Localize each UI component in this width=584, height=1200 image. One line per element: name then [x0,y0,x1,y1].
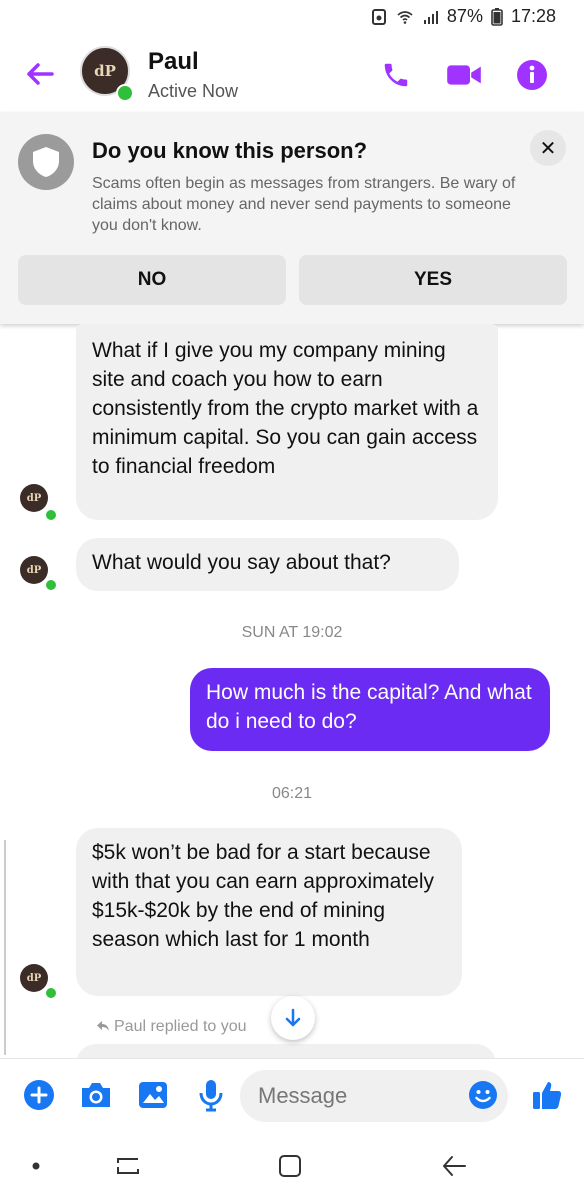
battery-percent: 87% [446,6,483,26]
emoji-icon [469,1081,497,1109]
online-indicator [44,986,58,1000]
shield-badge [18,134,74,190]
like-button[interactable] [530,1078,564,1112]
scroll-to-bottom-button[interactable] [271,996,315,1040]
warning-body: Scams often begin as messages from stran… [92,175,516,234]
dot-icon [32,1162,40,1170]
avatar-monogram: dP [26,972,42,984]
scroll-down-icon [285,1008,301,1027]
nav-dot-button[interactable] [16,1148,56,1184]
phone-icon [384,63,408,87]
online-indicator [116,84,134,102]
image-icon [139,1082,167,1108]
video-icon [447,65,481,85]
contact-name[interactable]: Paul [148,48,199,76]
back-arrow-icon [27,63,54,85]
wifi-icon [397,10,413,24]
mic-icon [199,1080,223,1112]
timestamp: SUN AT 19:02 [241,624,343,641]
more-actions-button[interactable] [22,1078,56,1112]
message-bubble-incoming[interactable]: $5k won’t be bad for a start because wit… [76,828,462,996]
thumbs-up-icon [533,1082,562,1109]
message-bubble-outgoing[interactable]: How much is the capital? And what do i n… [190,668,550,751]
yes-button[interactable]: YES [299,255,567,305]
recent-apps-button[interactable] [108,1148,148,1184]
reply-note: Paul replied to you [96,1018,247,1036]
online-indicator [44,508,58,522]
gallery-button[interactable] [136,1078,170,1112]
signal-icon [423,10,438,24]
close-warning-button[interactable]: ✕ [530,130,566,166]
video-call-button[interactable] [446,57,482,93]
home-button[interactable] [270,1148,310,1184]
emoji-button[interactable] [466,1078,500,1112]
active-status: Active Now [148,81,239,101]
timestamp: 06:21 [271,785,313,802]
status-icons: 87% 17:28 [371,6,556,27]
notification-icon [371,8,386,25]
battery-icon [491,7,503,26]
back-nav-icon [443,1156,466,1176]
no-button[interactable]: NO [18,255,286,305]
online-indicator [44,578,58,592]
call-button[interactable] [378,57,414,93]
sender-avatar: dP [20,964,48,992]
sender-avatar: dP [20,484,48,512]
info-button[interactable] [514,57,550,93]
back-nav-button[interactable] [434,1148,474,1184]
home-icon [279,1155,301,1177]
sender-avatar: dP [20,556,48,584]
reply-note-text: Paul replied to you [114,1018,247,1035]
camera-icon [82,1083,110,1107]
status-bar: 87% 17:28 [0,0,584,36]
voice-button[interactable] [194,1078,228,1112]
scroll-indicator [4,840,6,1055]
message-bubble-incoming[interactable]: What if I give you my company mining sit… [76,324,498,520]
shield-icon [33,147,59,177]
warning-title: Do you know this person? [92,138,368,163]
avatar-monogram: dP [26,492,42,504]
avatar-monogram: dP [26,564,42,576]
message-bubble-incoming[interactable]: What would you say about that? [76,538,459,591]
reply-icon [97,1021,109,1031]
recent-apps-icon [117,1158,139,1174]
info-icon [517,60,547,90]
close-icon: ✕ [539,137,557,160]
camera-button[interactable] [79,1078,113,1112]
plus-icon [24,1080,54,1110]
back-button[interactable] [24,58,56,90]
clock: 17:28 [510,6,556,26]
